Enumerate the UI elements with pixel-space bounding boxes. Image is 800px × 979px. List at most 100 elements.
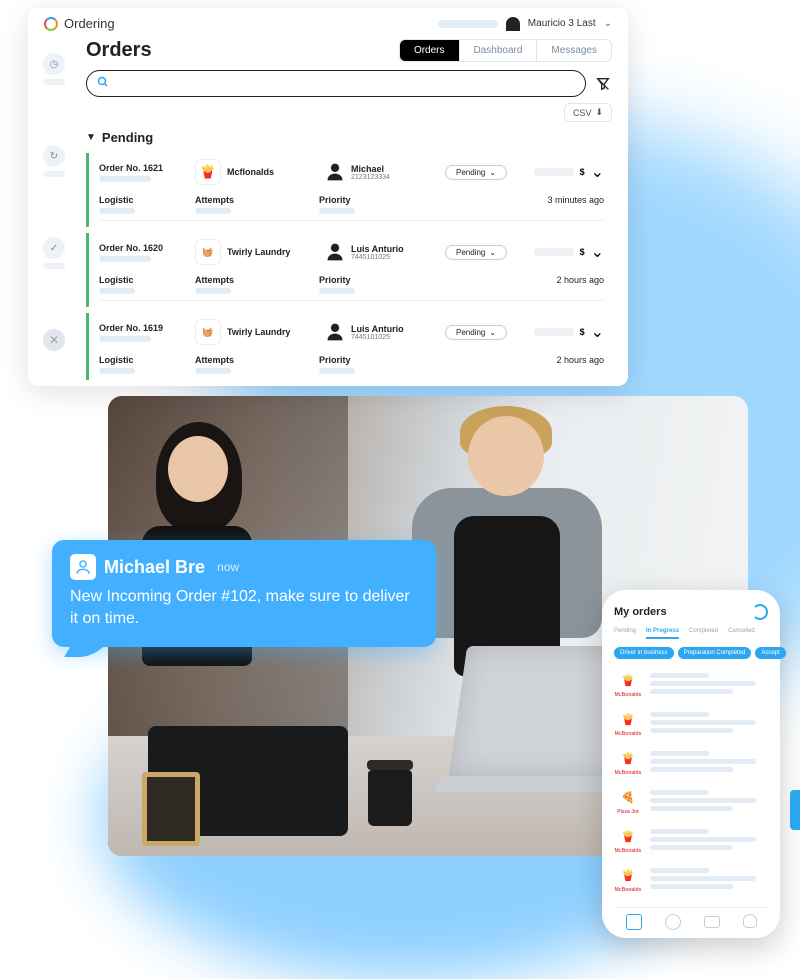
- nav-grid-icon[interactable]: [626, 914, 642, 930]
- fries-icon: 🍟: [617, 747, 639, 769]
- fries-icon: 🍟: [617, 864, 639, 886]
- sidebar-item-check[interactable]: ✓: [43, 237, 65, 269]
- status-label: Pending: [456, 168, 485, 177]
- phone-item-caption: McBonalds: [615, 848, 642, 854]
- phone-list-item[interactable]: 🍟 McBonalds: [614, 747, 768, 776]
- order-number: Order No. 1619: [99, 323, 185, 333]
- refresh-icon[interactable]: [752, 604, 768, 620]
- price-dropdown[interactable]: $ ⌄: [534, 322, 604, 342]
- chevron-down-icon: ⌄: [489, 328, 496, 337]
- sidebar: ◷ ↻ ✓ ✕: [28, 33, 80, 386]
- phone-list-item[interactable]: 🍕 Pizza Jot: [614, 786, 768, 815]
- triangle-down-icon: ▼: [86, 132, 96, 143]
- side-handle[interactable]: [790, 790, 800, 830]
- phone-filter-pills: Driver in business Preparation Completed…: [614, 647, 768, 659]
- status-label: Pending: [456, 248, 485, 257]
- laundry-icon: 🧺: [195, 319, 221, 345]
- laundry-icon: 🧺: [195, 239, 221, 265]
- order-number: Order No. 1621: [99, 163, 185, 173]
- chat-time: now: [217, 560, 239, 574]
- order-card[interactable]: Order No. 1620 🧺 Twirly Laundry Luis Ant…: [86, 233, 612, 307]
- tab-orders[interactable]: Orders: [400, 40, 459, 61]
- order-card[interactable]: Order No. 1621 🍟 Mcflonalds Michael 2123…: [86, 153, 612, 227]
- person-icon: [325, 162, 345, 182]
- business-name: Twirly Laundry: [227, 247, 290, 257]
- tabset: Orders Dashboard Messages: [399, 39, 612, 62]
- chat-sender: Michael Bre: [104, 557, 205, 578]
- phone-item-caption: McBonalds: [615, 887, 642, 893]
- sidebar-close[interactable]: ✕: [43, 329, 65, 351]
- filter-clear-button[interactable]: [594, 75, 612, 93]
- logistic-label: Logistic: [99, 275, 195, 285]
- chevron-down-icon: ⌄: [489, 168, 496, 177]
- status-dropdown[interactable]: Pending ⌄: [445, 245, 507, 260]
- phone-list-item[interactable]: 🍟 McBonalds: [614, 669, 768, 698]
- chat-message: New Incoming Order #102, make sure to de…: [70, 586, 418, 629]
- sidebar-item-clock[interactable]: ◷: [43, 53, 65, 85]
- filter-driver[interactable]: Driver in business: [614, 647, 674, 659]
- chat-avatar-icon: [70, 554, 96, 580]
- logistic-label: Logistic: [99, 355, 195, 365]
- notification-toast[interactable]: Michael Bre now New Incoming Order #102,…: [52, 540, 436, 647]
- brand-name: Ordering: [64, 16, 115, 31]
- fries-icon: 🍟: [617, 669, 639, 691]
- customer-phone: 7445101025: [351, 254, 404, 261]
- search-icon: [97, 76, 109, 91]
- phone-tab-pending[interactable]: Pending: [614, 628, 636, 639]
- sidebar-item-sync[interactable]: ↻: [43, 145, 65, 177]
- filter-prep[interactable]: Preparation Completed: [678, 647, 752, 659]
- price-dropdown[interactable]: $ ⌄: [534, 242, 604, 262]
- admin-dashboard: Ordering Mauricio 3 Last ⌄ ◷ ↻ ✓ ✕: [28, 8, 628, 386]
- business-name: Mcflonalds: [227, 167, 274, 177]
- tab-messages[interactable]: Messages: [536, 40, 611, 61]
- chevron-down-icon: ⌄: [591, 242, 604, 262]
- mobile-preview: My orders Pending In Progress Completed …: [602, 590, 780, 938]
- section-pending-toggle[interactable]: ▼ Pending: [86, 130, 612, 145]
- chevron-down-icon: ⌄: [591, 322, 604, 342]
- phone-order-list: 🍟 McBonalds 🍟 McBonalds 🍟 McBonalds: [614, 669, 768, 907]
- download-icon: ⬇: [595, 107, 603, 118]
- tab-dashboard[interactable]: Dashboard: [459, 40, 537, 61]
- nav-profile-icon[interactable]: [743, 914, 757, 928]
- phone-item-caption: McBonalds: [615, 770, 642, 776]
- attempts-label: Attempts: [195, 195, 319, 205]
- customer-name: Luis Anturio: [351, 324, 404, 334]
- currency-symbol: $: [580, 167, 585, 177]
- order-time: 2 hours ago: [556, 355, 604, 365]
- nav-activity-icon[interactable]: [665, 914, 681, 930]
- priority-label: Priority: [319, 275, 429, 285]
- price-dropdown[interactable]: $ ⌄: [534, 162, 604, 182]
- customer-name: Michael: [351, 164, 390, 174]
- search-input[interactable]: [86, 70, 586, 97]
- csv-export-button[interactable]: CSV ⬇: [564, 103, 612, 122]
- order-time: 2 hours ago: [556, 275, 604, 285]
- pizza-icon: 🍕: [617, 786, 639, 808]
- check-icon: ✓: [43, 237, 65, 259]
- customer-name: Luis Anturio: [351, 244, 404, 254]
- status-dropdown[interactable]: Pending ⌄: [445, 165, 507, 180]
- phone-list-item[interactable]: 🍟 McBonalds: [614, 825, 768, 854]
- orders-list: Order No. 1621 🍟 Mcflonalds Michael 2123…: [86, 153, 612, 386]
- user-menu[interactable]: Mauricio 3 Last ⌄: [438, 17, 612, 31]
- nav-messages-icon[interactable]: [704, 916, 720, 928]
- filter-accept[interactable]: Accept: [755, 647, 785, 659]
- phone-tab-cancelled[interactable]: Cancelled: [728, 628, 755, 639]
- section-title: Pending: [102, 130, 153, 145]
- phone-item-caption: Pizza Jot: [617, 809, 638, 815]
- chevron-down-icon: ⌄: [604, 18, 612, 29]
- phone-list-item[interactable]: 🍟 McBonalds: [614, 864, 768, 893]
- fries-icon: 🍟: [617, 825, 639, 847]
- status-label: Pending: [456, 328, 485, 337]
- phone-list-item[interactable]: 🍟 McBonalds: [614, 708, 768, 737]
- logistic-label: Logistic: [99, 195, 195, 205]
- csv-label: CSV: [573, 108, 592, 118]
- order-time: 3 minutes ago: [547, 195, 604, 205]
- status-dropdown[interactable]: Pending ⌄: [445, 325, 507, 340]
- order-card[interactable]: Order No. 1619 🧺 Twirly Laundry Luis Ant…: [86, 313, 612, 380]
- currency-symbol: $: [580, 327, 585, 337]
- phone-tab-completed[interactable]: Completed: [689, 628, 718, 639]
- phone-item-caption: McBonalds: [615, 692, 642, 698]
- phone-bottom-nav: [614, 907, 768, 930]
- phone-tab-inprogress[interactable]: In Progress: [646, 628, 679, 639]
- user-name: Mauricio 3 Last: [528, 18, 596, 29]
